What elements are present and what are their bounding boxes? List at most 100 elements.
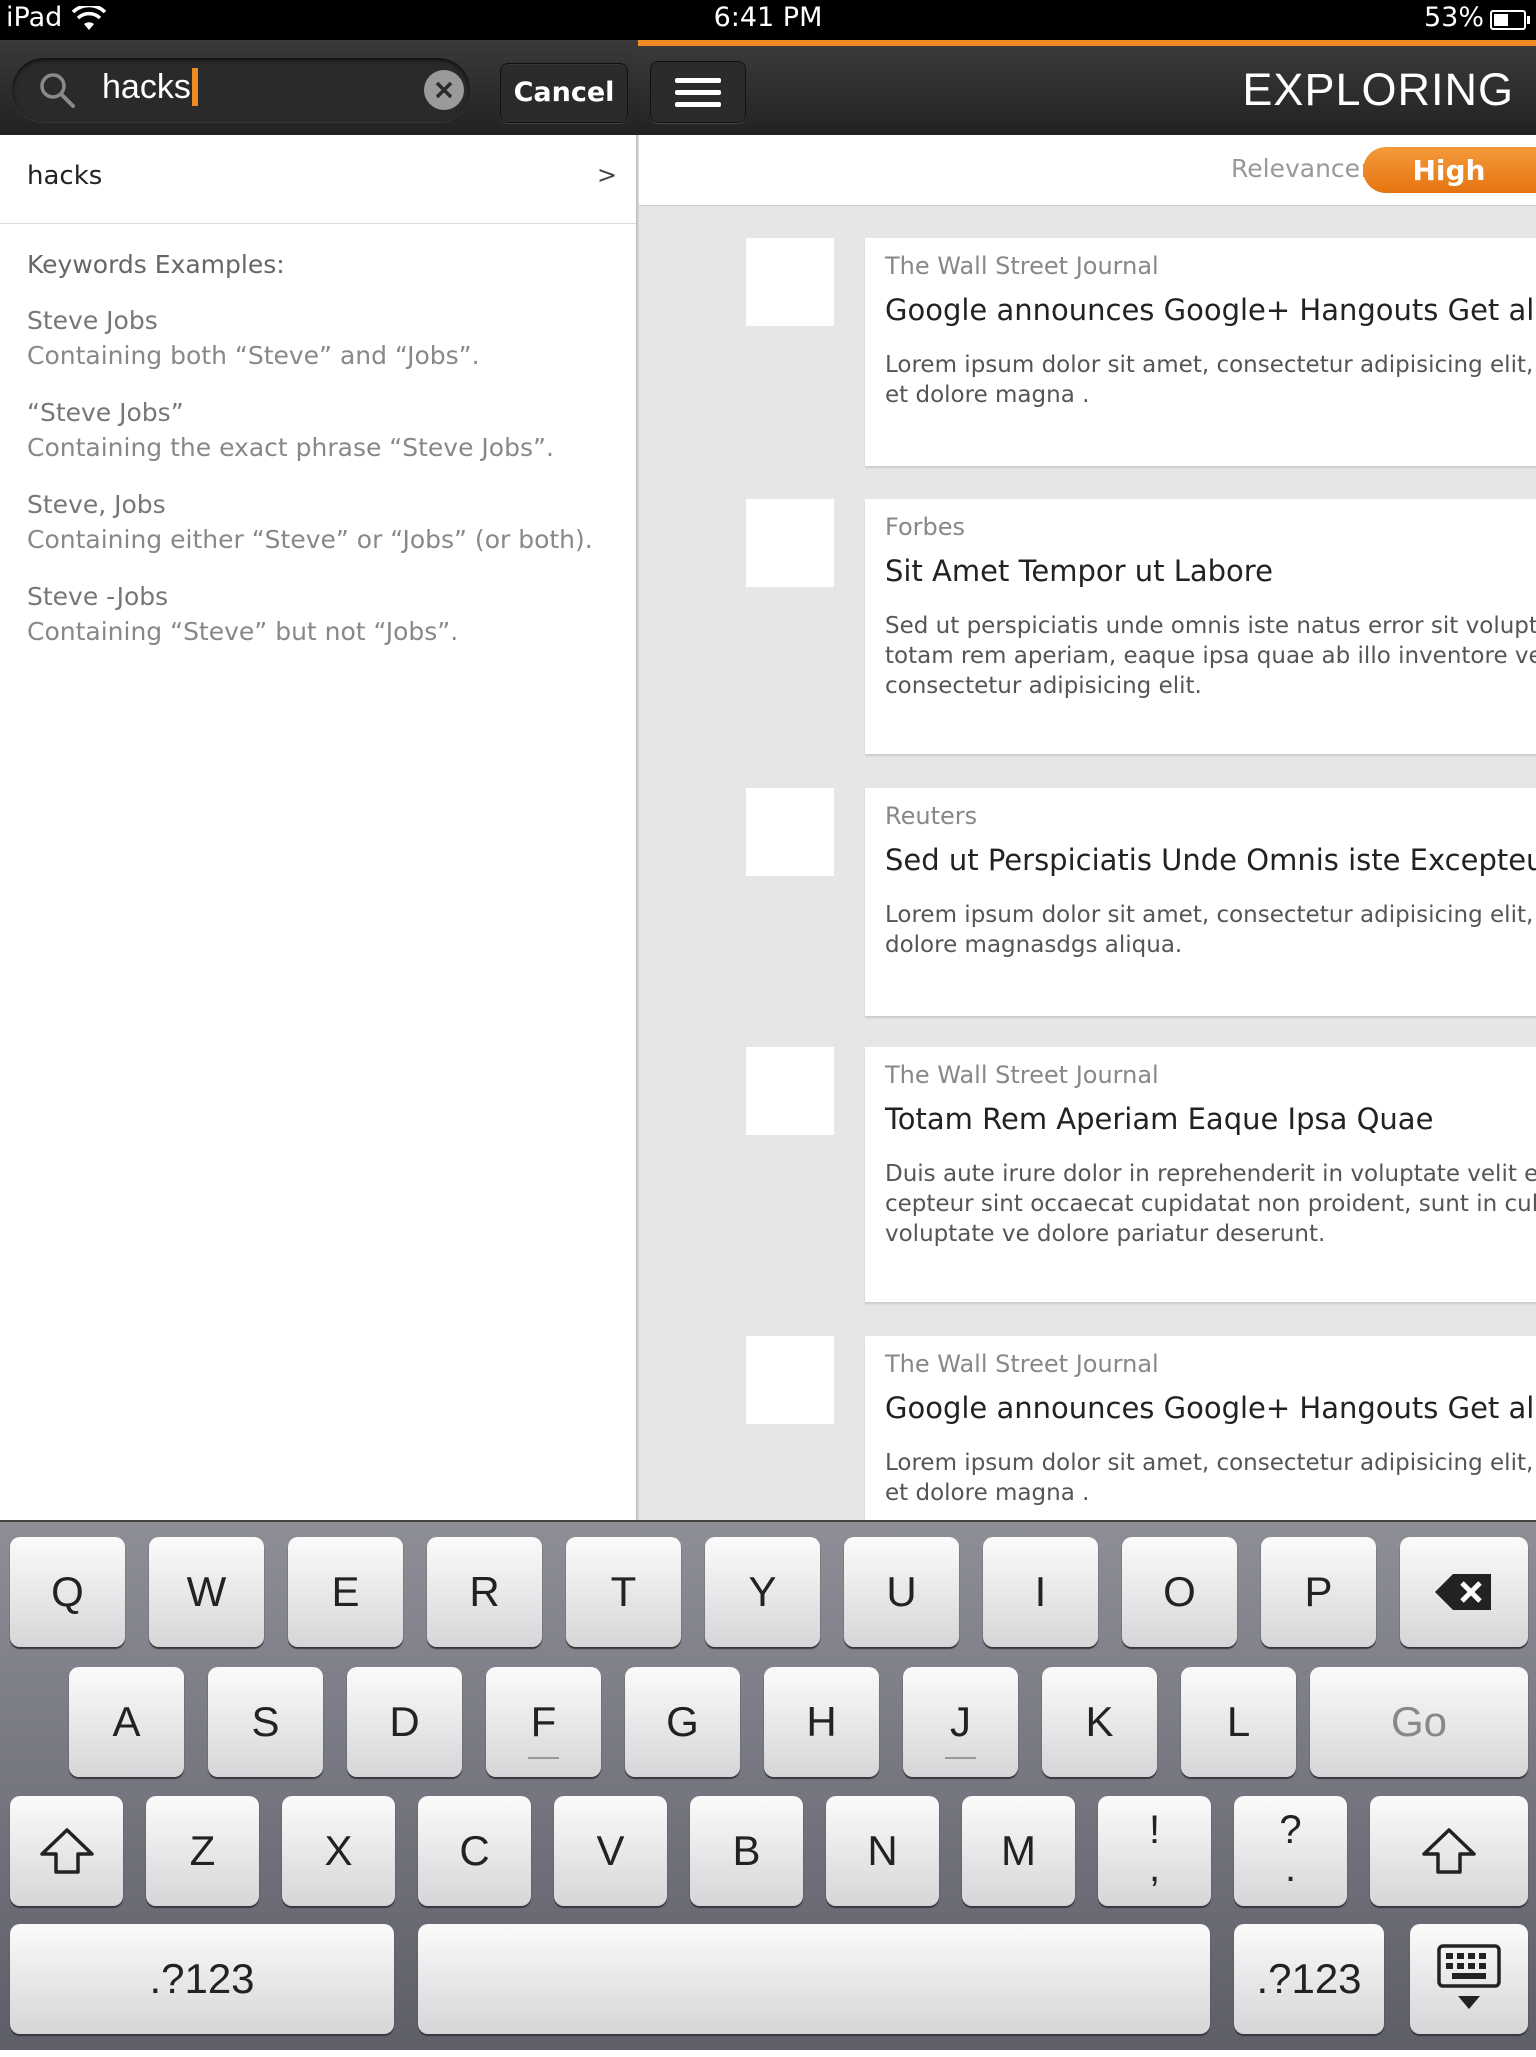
- example-term: Steve, Jobs: [27, 490, 166, 519]
- key-l[interactable]: L: [1181, 1667, 1296, 1777]
- example-description: Containing the exact phrase “Steve Jobs”…: [27, 433, 554, 462]
- key-q[interactable]: Q: [10, 1537, 125, 1647]
- key-o[interactable]: O: [1122, 1537, 1237, 1647]
- article-snippet: Duis aute irure dolor in reprehenderit i…: [885, 1161, 1536, 1247]
- key-x[interactable]: X: [282, 1796, 395, 1906]
- key-a[interactable]: A: [69, 1667, 184, 1777]
- example-term: “Steve Jobs”: [27, 398, 184, 427]
- article-title: Totam Rem Aperiam Eaque Ipsa Quae: [885, 1102, 1434, 1136]
- search-suggestions-panel: hacks > Keywords Examples: Steve Jobs Co…: [0, 135, 636, 1520]
- shift-icon: [1422, 1828, 1476, 1874]
- article-snippet: Lorem ipsum dolor sit amet, consectetur …: [885, 1450, 1536, 1506]
- key-w[interactable]: W: [149, 1537, 264, 1647]
- key-i[interactable]: I: [983, 1537, 1098, 1647]
- key-j[interactable]: J: [903, 1667, 1018, 1777]
- key-s[interactable]: S: [208, 1667, 323, 1777]
- example-item: Steve, Jobs Containing either “Steve” or…: [27, 490, 593, 554]
- article-card[interactable]: Reuters Sed ut Perspiciatis Unde Omnis i…: [865, 788, 1536, 1016]
- menu-button[interactable]: [650, 61, 746, 123]
- article-thumbnail[interactable]: [746, 788, 834, 876]
- status-bar: iPad 6:41 PM 53%: [0, 0, 1536, 40]
- key-u[interactable]: U: [844, 1537, 959, 1647]
- article-snippet: Lorem ipsum dolor sit amet, consectetur …: [885, 352, 1536, 408]
- key-r[interactable]: R: [427, 1537, 542, 1647]
- article-source: The Wall Street Journal: [885, 252, 1159, 280]
- article-title: Google announces Google+ Hangouts Get al…: [885, 1391, 1536, 1425]
- search-query-text[interactable]: hacks: [102, 68, 198, 107]
- key-f[interactable]: F: [486, 1667, 601, 1777]
- key-d[interactable]: D: [347, 1667, 462, 1777]
- article-thumbnail[interactable]: [746, 1336, 834, 1424]
- article-source: Forbes: [885, 513, 966, 541]
- key-question-period[interactable]: ? .: [1234, 1796, 1347, 1906]
- backspace-icon: [1435, 1574, 1491, 1610]
- numbers-key-right[interactable]: .?123: [1234, 1924, 1384, 2034]
- relevance-bar: Relevance: High: [639, 135, 1536, 206]
- article-thumbnail[interactable]: [746, 1047, 834, 1135]
- go-key[interactable]: Go: [1310, 1667, 1528, 1777]
- article-card[interactable]: Forbes Sit Amet Tempor ut Labore Sed ut …: [865, 499, 1536, 754]
- article-thumbnail[interactable]: [746, 238, 834, 326]
- key-g[interactable]: G: [625, 1667, 740, 1777]
- key-m[interactable]: M: [962, 1796, 1075, 1906]
- article-card[interactable]: The Wall Street Journal Totam Rem Aperia…: [865, 1047, 1536, 1302]
- text-caret: [191, 68, 198, 106]
- key-c[interactable]: C: [418, 1796, 531, 1906]
- article-card[interactable]: The Wall Street Journal Google announces…: [865, 1336, 1536, 1520]
- shift-key-left[interactable]: [10, 1796, 123, 1906]
- article-source: The Wall Street Journal: [885, 1350, 1159, 1378]
- example-item: “Steve Jobs” Containing the exact phrase…: [27, 398, 554, 462]
- article-title: Sit Amet Tempor ut Labore: [885, 554, 1273, 588]
- key-p[interactable]: P: [1261, 1537, 1376, 1647]
- article-snippet: Lorem ipsum dolor sit amet, consectetur …: [885, 902, 1536, 958]
- key-v[interactable]: V: [554, 1796, 667, 1906]
- shift-icon: [39, 1828, 94, 1874]
- space-key[interactable]: [418, 1924, 1210, 2034]
- hide-keyboard-key[interactable]: [1410, 1924, 1528, 2034]
- page-title: EXPLORING: [1242, 64, 1514, 115]
- cancel-button[interactable]: Cancel: [500, 63, 628, 123]
- hide-keyboard-icon: [1437, 1944, 1501, 2009]
- article-title: Google announces Google+ Hangouts Get al…: [885, 293, 1536, 327]
- example-description: Containing “Steve” but not “Jobs”.: [27, 617, 459, 646]
- key-h[interactable]: H: [764, 1667, 879, 1777]
- example-term: Steve -Jobs: [27, 582, 169, 611]
- key-t[interactable]: T: [566, 1537, 681, 1647]
- numbers-key-left[interactable]: .?123: [10, 1924, 394, 2034]
- clear-icon[interactable]: [424, 70, 464, 110]
- article-thumbnail[interactable]: [746, 499, 834, 587]
- article-source: Reuters: [885, 802, 978, 830]
- key-b[interactable]: B: [690, 1796, 803, 1906]
- key-e[interactable]: E: [288, 1537, 403, 1647]
- example-item: Steve Jobs Containing both “Steve” and “…: [27, 306, 480, 370]
- suggestion-row[interactable]: hacks >: [0, 135, 636, 224]
- key-exclaim-comma[interactable]: ! ,: [1098, 1796, 1211, 1906]
- article-title: Sed ut Perspiciatis Unde Omnis iste Exce…: [885, 843, 1536, 877]
- key-z[interactable]: Z: [146, 1796, 259, 1906]
- example-term: Steve Jobs: [27, 306, 158, 335]
- main-header: EXPLORING: [638, 46, 1536, 135]
- search-header: hacks Cancel: [0, 40, 638, 135]
- status-time: 6:41 PM: [713, 2, 823, 33]
- search-icon: [40, 73, 75, 108]
- shift-key-right[interactable]: [1370, 1796, 1528, 1906]
- search-input[interactable]: hacks: [12, 58, 470, 122]
- home-key-marker: [528, 1757, 559, 1759]
- chevron-right-icon: >: [597, 161, 618, 189]
- article-source: The Wall Street Journal: [885, 1061, 1159, 1089]
- relevance-toggle[interactable]: High: [1363, 147, 1536, 193]
- article-snippet: Sed ut perspiciatis unde omnis iste natu…: [885, 613, 1536, 699]
- suggestion-label: hacks: [27, 161, 103, 191]
- example-description: Containing either “Steve” or “Jobs” (or …: [27, 525, 593, 554]
- backspace-key[interactable]: [1400, 1537, 1528, 1647]
- key-y[interactable]: Y: [705, 1537, 820, 1647]
- example-item: Steve -Jobs Containing “Steve” but not “…: [27, 582, 458, 646]
- example-description: Containing both “Steve” and “Jobs”.: [27, 341, 480, 370]
- article-card[interactable]: The Wall Street Journal Google announces…: [865, 238, 1536, 466]
- relevance-label: Relevance:: [1231, 154, 1369, 183]
- on-screen-keyboard: Q W E R T Y U I O P A S D F G H J K L Go…: [0, 1520, 1536, 2050]
- home-key-marker: [945, 1757, 976, 1759]
- battery-percent: 53%: [1423, 2, 1484, 33]
- key-k[interactable]: K: [1042, 1667, 1157, 1777]
- key-n[interactable]: N: [826, 1796, 939, 1906]
